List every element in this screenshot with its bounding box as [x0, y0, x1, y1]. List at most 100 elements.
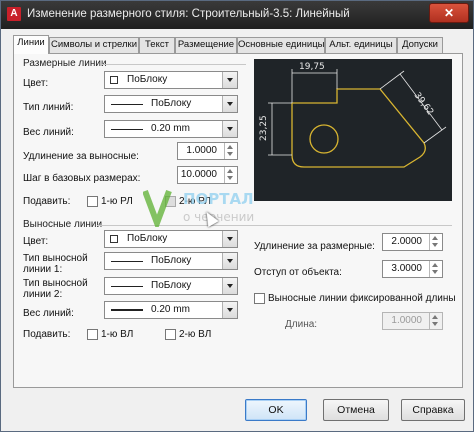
color-swatch	[110, 235, 118, 243]
ext-color-label: Цвет:	[23, 236, 49, 247]
tab-tolerances[interactable]: Допуски	[397, 37, 443, 53]
dim-linetype-value: ПоБлоку	[151, 98, 192, 109]
spin-up-icon	[432, 236, 438, 240]
ext-suppress-label: Подавить:	[23, 329, 71, 340]
dim-lineweight-value: 0.20 mm	[151, 123, 190, 134]
spin-up-icon	[432, 263, 438, 267]
spin-up-icon	[227, 145, 233, 149]
help-button[interactable]: Справка	[401, 399, 465, 421]
group-divider	[101, 64, 246, 65]
dim-extend-label: Удлинение за выносные:	[23, 151, 139, 162]
title-bar: A Изменение размерного стиля: Строительн…	[1, 1, 473, 29]
color-swatch	[110, 76, 118, 84]
spin-down-icon	[432, 270, 438, 274]
ext-linetype2-label-a: Тип выносной	[23, 278, 88, 289]
dim-suppress-label: Подавить:	[23, 196, 71, 207]
ext-linetype2-value: ПоБлоку	[151, 280, 192, 291]
spin-arrows[interactable]	[429, 313, 442, 329]
ext-linetype1-select[interactable]: ПоБлоку	[104, 252, 238, 270]
spin-down-icon	[432, 243, 438, 247]
suppress-ext1-label: 1-ю ВЛ	[101, 329, 134, 340]
length-stepper[interactable]: 1.0000	[382, 312, 443, 330]
ext-linetype1-label-b: линии 1:	[23, 264, 63, 275]
tab-text[interactable]: Текст	[139, 37, 175, 53]
site-watermark: ПОРТАЛ о черчении	[142, 187, 333, 232]
dim-baseline-stepper[interactable]: 10.0000	[177, 166, 238, 184]
chevron-down-icon	[222, 231, 237, 247]
spin-up-icon	[227, 169, 233, 173]
ext-lineweight-select[interactable]: 0.20 mm	[104, 301, 238, 319]
dim-color-select[interactable]: ПоБлоку	[104, 71, 238, 89]
chevron-down-icon	[222, 72, 237, 88]
dim-text-left: 23,25	[259, 115, 269, 141]
autocad-logo-icon: A	[7, 7, 21, 21]
chevron-down-icon	[222, 253, 237, 269]
tab-alternate-units[interactable]: Альт. единицы	[325, 37, 397, 53]
dim-lineweight-select[interactable]: 0.20 mm	[104, 120, 238, 138]
dim-text-top: 19,75	[299, 62, 325, 72]
spin-arrows[interactable]	[224, 143, 237, 159]
chevron-down-icon	[222, 302, 237, 318]
spin-down-icon	[227, 152, 233, 156]
dim-baseline-label: Шаг в базовых размерах:	[23, 173, 141, 184]
dimension-style-dialog: A Изменение размерного стиля: Строительн…	[0, 0, 474, 432]
length-label: Длина:	[285, 319, 318, 330]
spin-arrows[interactable]	[429, 261, 442, 277]
ext-linetype1-label-a: Тип выносной	[23, 253, 88, 264]
preview-hole-circle	[309, 124, 339, 154]
offset-value: 3.0000	[391, 263, 422, 274]
tab-symbols-arrows[interactable]: Символы и стрелки	[49, 37, 139, 53]
fixed-length-label: Выносные линии фиксированной длины	[268, 293, 456, 304]
tab-fit[interactable]: Размещение	[175, 37, 237, 53]
watermark-sub-text: о черчении	[183, 210, 254, 224]
suppress-ext1-checkbox[interactable]	[87, 329, 98, 340]
ext-linetype1-value: ПоБлоку	[151, 255, 192, 266]
cancel-button[interactable]: Отмена	[323, 399, 389, 421]
line-sample	[111, 309, 143, 311]
tab-primary-units[interactable]: Основные единицы	[237, 37, 325, 53]
fixed-length-checkbox[interactable]	[254, 293, 265, 304]
watermark-logo: ПОРТАЛ о черчении	[142, 189, 254, 232]
ext-color-select[interactable]: ПоБлоку	[104, 230, 238, 248]
watermark-main-text: ПОРТАЛ	[183, 190, 254, 208]
style-preview: 19,75 23,25 39,62	[254, 59, 452, 201]
chevron-down-icon	[222, 96, 237, 112]
spin-down-icon	[227, 176, 233, 180]
suppress-dim1-label: 1-ю РЛ	[101, 196, 133, 207]
dim-text-right: 39,62	[412, 91, 435, 118]
ext-lineweight-label: Вес линий:	[23, 308, 74, 319]
extend-beyond-label: Удлинение за размерные:	[254, 241, 375, 252]
ext-color-value: ПоБлоку	[127, 233, 168, 244]
extend-beyond-stepper[interactable]: 2.0000	[382, 233, 443, 251]
close-button[interactable]: ✕	[429, 3, 469, 23]
line-sample	[111, 261, 143, 262]
dim-linetype-label: Тип линий:	[23, 102, 74, 113]
ext-line	[423, 126, 447, 144]
dim-extend-value: 1.0000	[186, 145, 217, 156]
extend-beyond-value: 2.0000	[391, 236, 422, 247]
spin-down-icon	[432, 322, 438, 326]
dim-lines-group-title: Размерные линии	[23, 58, 107, 69]
line-sample	[111, 104, 143, 105]
offset-label: Отступ от объекта:	[254, 267, 342, 278]
tab-lines[interactable]: Линии	[13, 35, 49, 54]
offset-stepper[interactable]: 3.0000	[382, 260, 443, 278]
ok-button[interactable]: OK	[245, 399, 307, 421]
spin-arrows[interactable]	[224, 167, 237, 183]
dim-extend-stepper[interactable]: 1.0000	[177, 142, 238, 160]
ext-linetype2-select[interactable]: ПоБлоку	[104, 277, 238, 295]
chevron-down-icon	[222, 278, 237, 294]
ext-lineweight-value: 0.20 mm	[151, 304, 190, 315]
spin-up-icon	[432, 315, 438, 319]
suppress-dim1-checkbox[interactable]	[87, 196, 98, 207]
suppress-ext2-checkbox[interactable]	[165, 329, 176, 340]
preview-drawing: 19,75 23,25 39,62	[259, 62, 447, 168]
dim-baseline-value: 10.0000	[180, 169, 217, 180]
spin-arrows[interactable]	[429, 234, 442, 250]
dim-linetype-select[interactable]: ПоБлоку	[104, 95, 238, 113]
dim-color-label: Цвет:	[23, 78, 49, 89]
dim-color-value: ПоБлоку	[127, 74, 168, 85]
ext-line	[379, 70, 405, 90]
dim-lineweight-label: Вес линий:	[23, 127, 74, 138]
suppress-ext2-label: 2-ю ВЛ	[179, 329, 212, 340]
